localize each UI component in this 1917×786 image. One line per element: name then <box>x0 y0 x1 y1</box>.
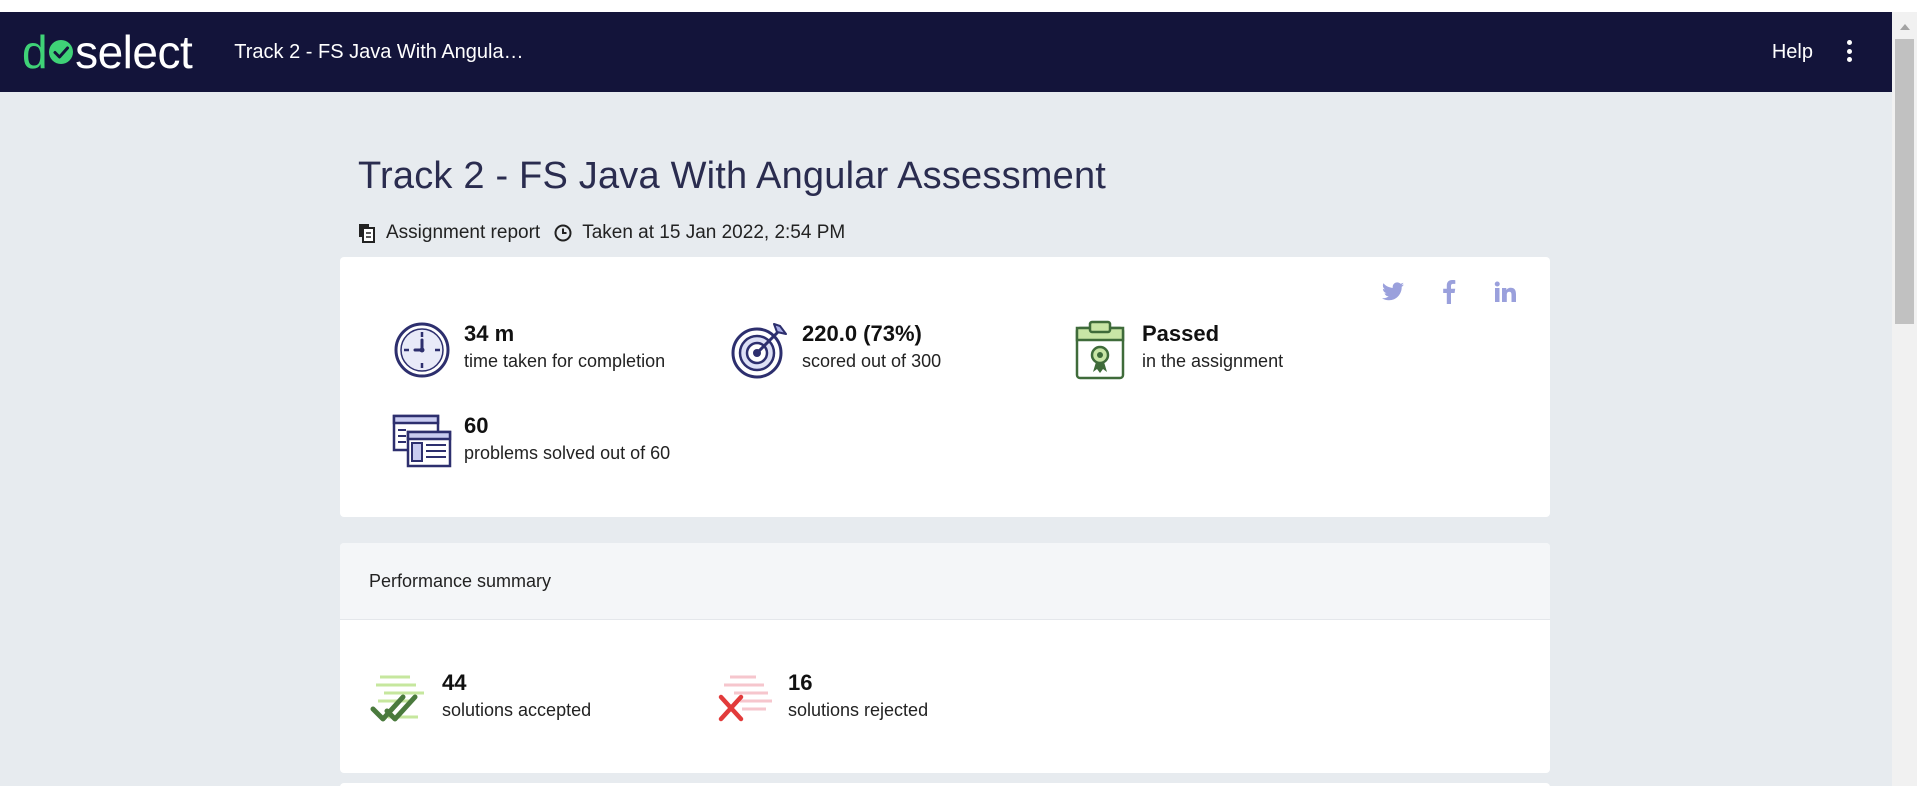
accepted-label: solutions accepted <box>442 700 592 720</box>
report-meta: Assignment report Taken at 15 Jan 2022, … <box>358 222 845 244</box>
score-value: 220.0 (73%) <box>802 321 922 346</box>
rejected-label: solutions rejected <box>788 700 929 720</box>
nav-assessment-title: Track 2 - FS Java With Angula… <box>234 40 524 63</box>
stat-accepted: 44 solutions accepted <box>370 669 591 729</box>
target-icon <box>731 323 787 379</box>
doselect-logo[interactable]: d select <box>22 26 193 78</box>
taken-at-label: Taken at 15 Jan 2022, 2:54 PM <box>582 222 846 243</box>
twitter-icon[interactable] <box>1378 277 1408 307</box>
report-document-icon <box>358 223 376 243</box>
scroll-up-arrow-icon[interactable] <box>1900 24 1910 30</box>
top-navbar: d select Track 2 - FS Java With Angula… … <box>0 12 1892 92</box>
linkedin-icon[interactable] <box>1490 277 1520 307</box>
logo-prefix: d <box>22 26 48 78</box>
double-check-icon <box>370 675 424 722</box>
page-scrollbar[interactable] <box>1892 12 1917 786</box>
score-label: scored out of 300 <box>802 351 942 371</box>
scrollbar-thumb[interactable] <box>1895 39 1914 324</box>
help-link[interactable]: Help <box>1772 41 1813 64</box>
problems-window-icon <box>392 414 452 468</box>
browser-top-strip <box>0 0 1917 12</box>
stat-result: Passed in the assignment <box>1070 320 1283 380</box>
stat-rejected: 16 solutions rejected <box>716 669 928 729</box>
result-value: Passed <box>1142 321 1220 346</box>
social-share <box>1378 277 1520 307</box>
cross-icon <box>718 675 772 722</box>
certificate-clipboard-icon <box>1075 320 1125 380</box>
facebook-icon[interactable] <box>1434 277 1464 307</box>
clock-small-icon <box>554 224 572 242</box>
logo-suffix: select <box>75 26 193 78</box>
rejected-value: 16 <box>788 670 813 695</box>
problems-label: problems solved out of 60 <box>464 443 671 463</box>
time-value: 34 m <box>464 321 515 346</box>
page-title: Track 2 - FS Java With Angular Assessmen… <box>358 155 1107 197</box>
performance-summary-heading: Performance summary <box>340 543 1550 620</box>
stat-score: 220.0 (73%) scored out of 300 <box>730 320 941 380</box>
problems-value: 60 <box>464 413 489 438</box>
time-label: time taken for completion <box>464 351 666 371</box>
result-label: in the assignment <box>1142 351 1284 371</box>
performance-summary-card: Performance summary 44 solutions accepte… <box>340 543 1550 773</box>
logo-check-icon <box>49 40 74 64</box>
accepted-value: 44 <box>442 670 467 695</box>
stat-problems: 60 problems solved out of 60 <box>392 412 670 472</box>
report-type-label: Assignment report <box>386 222 541 243</box>
stat-time: 34 m time taken for completion <box>392 320 665 380</box>
kebab-menu-icon[interactable] <box>1846 40 1852 62</box>
stats-card: 34 m time taken for completion 220.0 (73… <box>340 257 1550 517</box>
clock-icon <box>394 322 450 378</box>
